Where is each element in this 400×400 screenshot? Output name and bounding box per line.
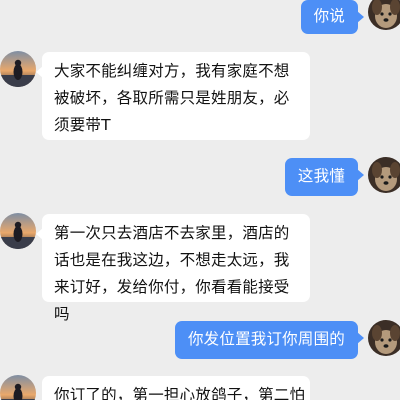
sunset-portrait-avatar-icon [0, 375, 36, 400]
contact-avatar[interactable] [0, 213, 36, 249]
my-avatar[interactable] [368, 157, 400, 193]
sunset-portrait-avatar-icon [0, 213, 36, 249]
incoming-message-bubble[interactable]: 第一次只去酒店不去家里，酒店的话也是在我这边，不想走太远，我来订好，发给你付，你… [36, 214, 310, 323]
dog-avatar-icon [368, 0, 400, 30]
chat-message-list[interactable]: 你说 大家不能纠缠对方，我有家庭不想被破坏，各取所需只是姓朋友，必须要带T 这我… [0, 0, 400, 400]
message-text: 你说 [313, 7, 345, 25]
outgoing-message-bubble[interactable]: 你说 [300, 0, 365, 34]
message-text: 你订了的，第一担心放鸽子，第二怕 [54, 386, 306, 400]
contact-avatar[interactable] [0, 51, 36, 87]
dog-avatar-icon [368, 320, 400, 356]
my-avatar[interactable] [368, 320, 400, 356]
outgoing-message-bubble[interactable]: 你发位置我订你周围的 [174, 321, 365, 359]
my-avatar[interactable] [368, 0, 400, 30]
message-text: 你发位置我订你周围的 [187, 330, 345, 348]
message-text: 这我懂 [297, 167, 345, 185]
incoming-message-bubble[interactable]: 你订了的，第一担心放鸽子，第二怕 [42, 376, 310, 400]
outgoing-message-bubble[interactable]: 这我懂 [284, 158, 365, 196]
message-text: 大家不能纠缠对方，我有家庭不想被破坏，各取所需只是姓朋友，必须要带T [54, 62, 290, 134]
message-text: 第一次只去酒店不去家里，酒店的话也是在我这边，不想走太远，我来订好，发给你付，你… [54, 224, 290, 323]
incoming-message-bubble[interactable]: 大家不能纠缠对方，我有家庭不想被破坏，各取所需只是姓朋友，必须要带T [36, 52, 310, 140]
contact-avatar[interactable] [0, 375, 36, 400]
dog-avatar-icon [368, 157, 400, 193]
sunset-portrait-avatar-icon [0, 51, 36, 87]
